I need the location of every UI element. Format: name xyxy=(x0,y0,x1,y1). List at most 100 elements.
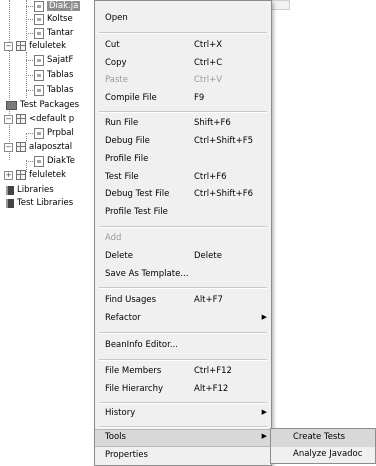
menu-item-shortcut: Ctrl+V xyxy=(194,75,223,85)
menu-separator xyxy=(99,359,267,361)
menu-item-shortcut: Ctrl+X xyxy=(194,40,223,50)
collapse-toggle-icon[interactable]: − xyxy=(4,42,13,51)
menu-item-file-members[interactable]: File Members Ctrl+F12 xyxy=(95,363,271,381)
menu-item-label: Copy xyxy=(105,58,127,68)
menu-item-label: Cut xyxy=(105,40,120,50)
menu-item-test-file[interactable]: Test File Ctrl+F6 xyxy=(95,169,271,187)
menu-item-profile-file[interactable]: Profile File xyxy=(95,151,271,169)
menu-item-open[interactable]: Open xyxy=(95,10,271,28)
menu-item-shortcut: Alt+F12 xyxy=(194,384,229,394)
package-icon xyxy=(16,142,26,152)
submenu-arrow-icon: ▶ xyxy=(261,313,267,321)
menu-item-label: Tools xyxy=(105,432,126,442)
test-packages-folder-icon xyxy=(6,100,17,110)
context-menu: Open Cut Ctrl+X Copy Ctrl+C Paste Ctrl+V… xyxy=(94,0,272,466)
menu-item-shortcut: Ctrl+Shift+F6 xyxy=(194,189,253,199)
tree-guide-line xyxy=(9,0,10,160)
menu-separator xyxy=(99,402,267,404)
menu-item-file-hierarchy[interactable]: File Hierarchy Alt+F12 xyxy=(95,381,271,399)
menu-separator xyxy=(99,32,267,34)
tree-item-label: SajatF xyxy=(47,55,74,65)
menu-item-cut[interactable]: Cut Ctrl+X xyxy=(95,37,271,55)
tree-item-label: <default p xyxy=(29,114,75,124)
menu-item-refactor[interactable]: Refactor ▶ xyxy=(95,310,271,328)
menu-item-shortcut: Ctrl+F6 xyxy=(194,172,227,182)
menu-item-compile-file[interactable]: Compile File F9 xyxy=(95,90,271,108)
menu-item-save-as-template[interactable]: Save As Template... xyxy=(95,266,271,284)
tree-item-label: Libraries xyxy=(17,185,54,195)
menu-item-label: Paste xyxy=(105,75,128,85)
menu-item-label: History xyxy=(105,408,136,418)
menu-item-find-usages[interactable]: Find Usages Alt+F7 xyxy=(95,292,271,310)
project-tree: Diak.ja Koltse Tantar − feluletek SajatF… xyxy=(0,0,96,464)
menu-item-shortcut: Alt+F7 xyxy=(194,295,223,305)
menu-item-label: Open xyxy=(105,13,128,23)
menu-item-tools[interactable]: Tools ▶ xyxy=(95,429,271,447)
menu-item-label: Find Usages xyxy=(105,295,157,305)
menu-separator xyxy=(99,226,267,228)
tree-item-label: feluletek xyxy=(29,41,67,51)
form-file-icon xyxy=(34,84,44,96)
tree-item-label: Koltse xyxy=(47,14,73,24)
menu-item-shortcut: Ctrl+F12 xyxy=(194,366,232,376)
java-file-icon xyxy=(34,27,44,39)
menu-item-run-file[interactable]: Run File Shift+F6 xyxy=(95,115,271,133)
submenu-arrow-icon: ▶ xyxy=(261,408,267,416)
tree-item-label: Prpbal xyxy=(47,128,74,138)
menu-separator xyxy=(99,332,267,334)
menu-item-debug-test-file[interactable]: Debug Test File Ctrl+Shift+F6 xyxy=(95,186,271,204)
menu-item-beaninfo-editor[interactable]: BeanInfo Editor... xyxy=(95,337,271,355)
menu-item-delete[interactable]: Delete Delete xyxy=(95,248,271,266)
tree-item-label: Tablas xyxy=(47,85,74,95)
menu-item-shortcut: Ctrl+Shift+F5 xyxy=(194,136,253,146)
java-file-icon xyxy=(34,0,44,12)
submenu-item-create-tests[interactable]: Create Tests xyxy=(271,429,375,447)
menu-item-label: Add xyxy=(105,233,122,243)
submenu-arrow-icon: ▶ xyxy=(261,432,267,440)
menu-item-shortcut: F9 xyxy=(194,93,205,103)
menu-item-label: Profile File xyxy=(105,154,149,164)
expand-toggle-icon[interactable]: + xyxy=(4,171,13,180)
menu-item-label: Run File xyxy=(105,118,139,128)
menu-item-label: Test File xyxy=(105,172,139,182)
tree-item-label: Test Packages xyxy=(20,100,80,110)
menu-item-shortcut: Shift+F6 xyxy=(194,118,231,128)
tree-item-label: Tablas xyxy=(47,70,74,80)
menu-item-shortcut: Delete xyxy=(194,251,222,261)
package-icon xyxy=(16,114,26,124)
tree-item-label: Diak.ja xyxy=(47,1,81,11)
tree-guide-line xyxy=(26,133,27,141)
submenu-item-analyze-javadoc[interactable]: Analyze Javadoc xyxy=(271,446,375,464)
menu-separator xyxy=(99,426,267,428)
menu-item-label: Debug Test File xyxy=(105,189,170,199)
tree-item-label: Tantar xyxy=(47,28,74,38)
menu-item-shortcut: Ctrl+C xyxy=(194,58,223,68)
menu-item-label: Profile Test File xyxy=(105,207,168,217)
menu-item-properties[interactable]: Properties xyxy=(95,447,271,465)
menu-item-label: Create Tests xyxy=(293,432,346,442)
collapse-toggle-icon[interactable]: − xyxy=(4,143,13,152)
menu-item-profile-test-file[interactable]: Profile Test File xyxy=(95,204,271,222)
tree-item-label: Test Libraries xyxy=(17,198,74,208)
tree-item-label: DiakTe xyxy=(47,156,76,166)
package-icon xyxy=(16,170,26,180)
tree-item-test-libraries[interactable]: Test Libraries xyxy=(6,197,73,209)
menu-separator xyxy=(99,111,267,113)
collapse-toggle-icon[interactable]: − xyxy=(4,115,13,124)
menu-item-label: Debug File xyxy=(105,136,150,146)
menu-item-add[interactable]: Add xyxy=(95,230,271,248)
java-file-icon xyxy=(34,13,44,25)
menu-item-label: File Members xyxy=(105,366,162,376)
menu-item-history[interactable]: History ▶ xyxy=(95,405,271,423)
menu-item-label: Analyze Javadoc xyxy=(293,449,363,459)
tree-item-libraries[interactable]: Libraries xyxy=(6,184,54,196)
tree-item-label: feluletek xyxy=(29,170,67,180)
menu-item-label: File Hierarchy xyxy=(105,384,164,394)
package-icon xyxy=(16,41,26,51)
menu-item-label: Properties xyxy=(105,450,148,460)
form-file-icon xyxy=(34,69,44,81)
menu-item-copy[interactable]: Copy Ctrl+C xyxy=(95,55,271,73)
tree-item-test-packages[interactable]: Test Packages xyxy=(6,99,79,111)
menu-item-debug-file[interactable]: Debug File Ctrl+Shift+F5 xyxy=(95,133,271,151)
menu-item-paste[interactable]: Paste Ctrl+V xyxy=(95,72,271,90)
